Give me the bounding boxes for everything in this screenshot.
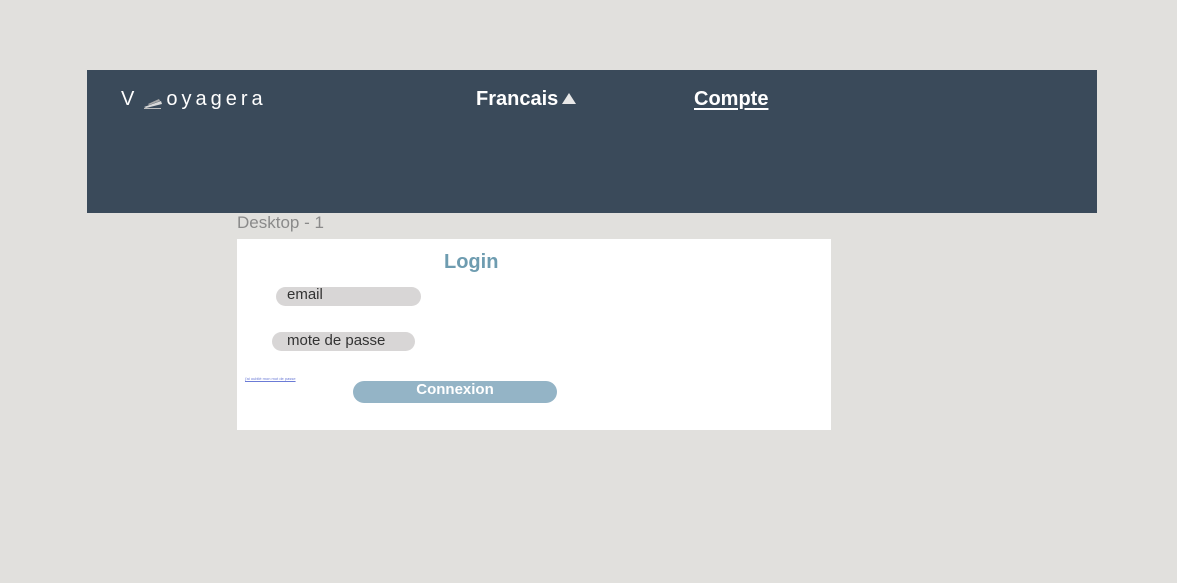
login-card: Login email mote de passe j'ai oublié mo… <box>237 239 831 430</box>
frame-label: Desktop - 1 <box>237 213 324 232</box>
email-field[interactable]: email <box>276 287 421 306</box>
password-field[interactable]: mote de passe <box>272 332 415 351</box>
logo-letter: V <box>121 88 139 110</box>
login-title: Login <box>444 251 499 273</box>
language-selector[interactable]: Francais <box>476 88 577 111</box>
train-icon <box>142 93 164 109</box>
connexion-button[interactable]: Connexion <box>353 381 557 403</box>
account-link[interactable]: Compte <box>694 88 768 111</box>
logo-text: oyagera <box>166 88 267 110</box>
brand-logo[interactable]: V oyagera <box>121 88 267 111</box>
caret-up-icon <box>562 93 577 104</box>
forgot-password-link[interactable]: j'ai oublié mon mot de passe <box>245 376 296 381</box>
language-label: Francais <box>476 88 559 110</box>
top-nav-bar: V oyagera Francais Compte <box>87 70 1097 213</box>
